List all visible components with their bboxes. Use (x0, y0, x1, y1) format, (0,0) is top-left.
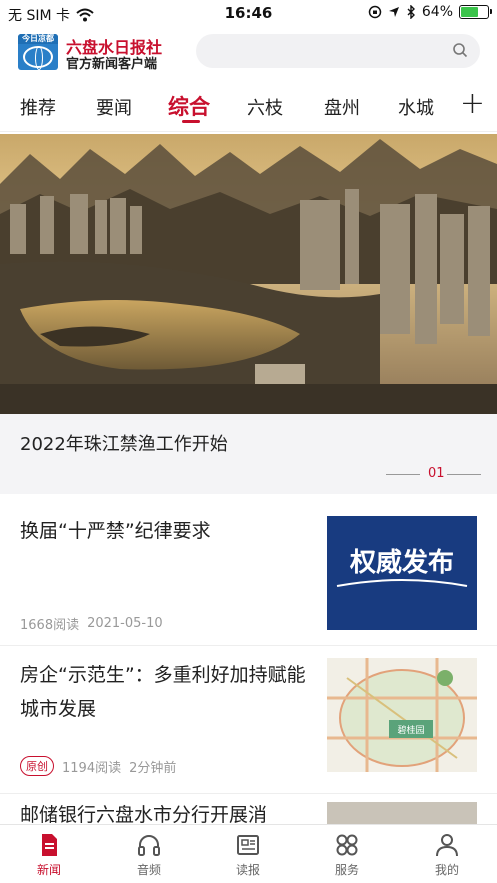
nav-audio[interactable]: 音频 (119, 831, 179, 878)
tab-shuicheng[interactable]: 水城 (398, 94, 434, 120)
grid-icon (336, 834, 358, 856)
nav-profile[interactable]: 我的 (417, 831, 477, 878)
news-title[interactable]: 房企“示范生”：多重利好加持赋能城市发展 (20, 658, 310, 726)
active-tab-indicator (182, 120, 200, 123)
tab-recommend[interactable]: 推荐 (20, 94, 56, 120)
nav-news[interactable]: 新闻 (19, 831, 79, 878)
rotation-lock-icon (368, 5, 382, 19)
map-thumb: 碧桂园 (327, 658, 477, 772)
location-icon (388, 7, 399, 17)
globe-icon (23, 46, 53, 70)
banner-city-image (0, 134, 497, 414)
logo-text: 今日凉都 (18, 34, 58, 44)
news-thumbnail[interactable]: 碧桂园 (327, 658, 477, 772)
channel-tabs: 推荐 要闻 综合 六枝 盘州 水城 + (0, 82, 497, 132)
nav-services[interactable]: 服务 (317, 831, 377, 878)
battery-level (461, 7, 478, 17)
original-badge: 原创 (20, 756, 54, 776)
search-icon[interactable] (452, 42, 468, 58)
publish-time: 2021-05-10 (87, 616, 163, 631)
newspaper-icon (237, 835, 259, 855)
add-channel-button[interactable]: + (460, 86, 485, 121)
news-title[interactable]: 换届“十严禁”纪律要求 (20, 514, 310, 548)
tab-general[interactable]: 综合 (168, 91, 210, 121)
battery-icon (459, 5, 492, 19)
news-meta: 原创 1194阅读 2分钟前 (20, 756, 176, 776)
news-icon (42, 834, 57, 856)
status-right: 64% (368, 4, 492, 20)
nav-label: 新闻 (36, 863, 61, 877)
news-item[interactable]: 房企“示范生”：多重利好加持赋能城市发展 原创 1194阅读 2分钟前 碧桂园 (0, 646, 497, 794)
nav-label: 音频 (136, 863, 161, 877)
banner-divider-right (447, 474, 481, 475)
thumb-text: 权威发布 (349, 547, 454, 577)
authority-release-thumb: 权威发布 (327, 516, 477, 630)
map-thumb-text: 碧桂园 (397, 724, 424, 735)
app-logo: 今日凉都 (18, 34, 58, 70)
status-bar: 无 SIM 卡 16:46 64% (0, 0, 497, 28)
tab-liuzhi[interactable]: 六枝 (247, 94, 283, 120)
news-item[interactable]: 邮储银行六盘水市分行开展消 (0, 794, 497, 824)
banner-caption[interactable]: 2022年珠江禁渔工作开始 01 (0, 414, 497, 494)
read-count: 1668阅读 (20, 618, 80, 633)
brand-subtitle: 官方新闻客户端 (66, 57, 158, 72)
headphones-icon (138, 835, 160, 856)
banner-index: 01 (428, 466, 445, 481)
app-header: 今日凉都 六盘水日报社 官方新闻客户端 (0, 28, 497, 80)
battery-percent: 64% (421, 4, 453, 20)
nav-label: 读报 (235, 863, 260, 877)
tab-headlines[interactable]: 要闻 (96, 94, 132, 120)
news-item[interactable]: 换届“十严禁”纪律要求 1668阅读 2021-05-10 权威发布 (0, 494, 497, 646)
publish-time: 2分钟前 (129, 760, 177, 776)
news-thumbnail[interactable]: 权威发布 (327, 516, 477, 630)
bluetooth-icon (407, 5, 415, 19)
news-title[interactable]: 邮储银行六盘水市分行开展消 (20, 798, 320, 824)
nav-read-paper[interactable]: 读报 (218, 831, 278, 878)
tab-panzhou[interactable]: 盘州 (324, 94, 360, 120)
nav-label: 我的 (434, 863, 459, 877)
read-count: 1194阅读 (62, 760, 122, 776)
search-input[interactable] (196, 34, 480, 68)
news-thumbnail[interactable] (327, 802, 477, 824)
bottom-nav: 新闻 音频 读报 服务 我的 (0, 824, 497, 883)
nav-label: 服务 (334, 863, 359, 877)
banner-divider-left (386, 474, 420, 475)
banner-title[interactable]: 2022年珠江禁渔工作开始 (20, 430, 228, 456)
banner-image[interactable] (0, 134, 497, 414)
profile-icon (436, 834, 458, 857)
news-meta: 1668阅读 2021-05-10 (20, 614, 163, 633)
